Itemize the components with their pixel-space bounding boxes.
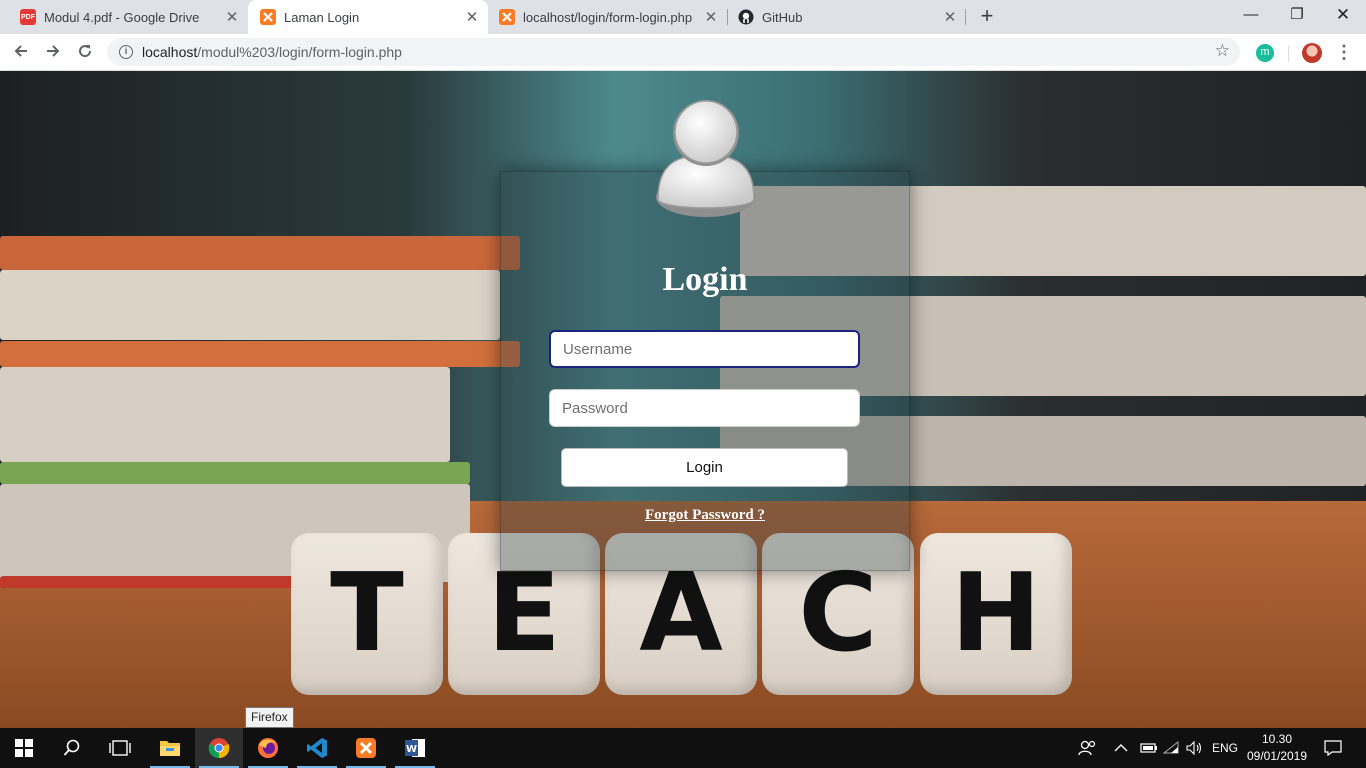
background-die: H bbox=[920, 533, 1072, 695]
clock[interactable]: 10.30 09/01/2019 bbox=[1243, 731, 1311, 765]
tab-title: Laman Login bbox=[284, 9, 360, 25]
background-book bbox=[0, 236, 520, 270]
file-explorer-icon[interactable] bbox=[146, 728, 194, 768]
address-bar[interactable]: i localhost/modul%203/login/form-login.p… bbox=[107, 38, 1240, 66]
clock-time: 10.30 bbox=[1261, 732, 1293, 746]
tab-google-drive[interactable]: PDF Modul 4.pdf - Google Drive ✕ bbox=[8, 0, 248, 34]
firefox-icon[interactable] bbox=[244, 728, 292, 768]
user-avatar-icon bbox=[656, 100, 756, 217]
tab-separator bbox=[965, 9, 966, 25]
notifications-icon[interactable] bbox=[1324, 728, 1342, 768]
login-button[interactable]: Login bbox=[561, 448, 848, 487]
svg-text:W: W bbox=[406, 744, 417, 755]
battery-icon[interactable] bbox=[1140, 728, 1158, 768]
taskbar: W ENG 10.30 09/01/2019 bbox=[0, 728, 1366, 768]
tab-github[interactable]: GitHub ✕ bbox=[726, 0, 966, 34]
start-windows-icon[interactable] bbox=[0, 728, 48, 768]
extension-icon[interactable]: m bbox=[1256, 44, 1274, 62]
close-icon[interactable]: ✕ bbox=[462, 8, 482, 26]
info-icon[interactable]: i bbox=[119, 45, 133, 59]
bookmark-star-icon[interactable]: ☆ bbox=[1215, 41, 1230, 61]
task-view-icon[interactable] bbox=[96, 728, 144, 768]
xampp-icon bbox=[260, 9, 276, 25]
profile-avatar[interactable] bbox=[1302, 43, 1322, 63]
xampp-icon[interactable] bbox=[342, 728, 390, 768]
chrome-icon[interactable] bbox=[195, 728, 243, 768]
wifi-icon[interactable] bbox=[1162, 728, 1180, 768]
forgot-password-link[interactable]: Forgot Password ? bbox=[500, 507, 910, 524]
vscode-icon[interactable] bbox=[293, 728, 341, 768]
close-window-button[interactable]: ✕ bbox=[1320, 0, 1366, 30]
close-icon[interactable]: ✕ bbox=[940, 8, 960, 26]
pdf-icon: PDF bbox=[20, 9, 36, 25]
language-indicator[interactable]: ENG bbox=[1212, 728, 1238, 768]
toolbar-separator bbox=[1288, 46, 1289, 62]
username-input[interactable] bbox=[549, 330, 860, 368]
tab-strip: PDF Modul 4.pdf - Google Drive ✕ Laman L… bbox=[0, 0, 1366, 34]
new-tab-button[interactable]: + bbox=[975, 5, 999, 29]
taskbar-tooltip: Firefox bbox=[245, 707, 294, 728]
tab-title: Modul 4.pdf - Google Drive bbox=[44, 9, 200, 25]
search-icon[interactable] bbox=[48, 728, 96, 768]
background-book bbox=[0, 341, 520, 367]
background-book bbox=[0, 462, 470, 484]
tab-title: GitHub bbox=[762, 9, 803, 25]
background-die: T bbox=[291, 533, 443, 695]
background-book bbox=[0, 270, 500, 340]
url-text: localhost/modul%203/login/form-login.php bbox=[142, 44, 402, 60]
minimize-button[interactable]: — bbox=[1228, 0, 1274, 30]
clock-date: 09/01/2019 bbox=[1246, 749, 1308, 763]
tab-title: localhost/login/form-login.php bbox=[523, 9, 693, 25]
reload-button[interactable] bbox=[72, 40, 98, 66]
close-icon[interactable]: ✕ bbox=[222, 8, 242, 26]
login-page: T E A C H Login Login Forgot Password ? bbox=[0, 71, 1366, 728]
tab-laman-login[interactable]: Laman Login ✕ bbox=[248, 0, 488, 34]
background-book bbox=[0, 367, 450, 462]
browser-toolbar: i localhost/modul%203/login/form-login.p… bbox=[0, 34, 1366, 71]
tab-form-login[interactable]: localhost/login/form-login.php ✕ bbox=[487, 0, 727, 34]
xampp-icon bbox=[499, 9, 515, 25]
close-icon[interactable]: ✕ bbox=[701, 8, 721, 26]
menu-icon[interactable]: ⋮ bbox=[1335, 41, 1353, 65]
word-icon[interactable]: W bbox=[391, 728, 439, 768]
forward-button[interactable] bbox=[40, 40, 66, 66]
login-heading: Login bbox=[662, 261, 748, 298]
back-button[interactable] bbox=[8, 40, 34, 66]
github-icon bbox=[738, 9, 754, 25]
restore-button[interactable]: ❐ bbox=[1274, 0, 1320, 30]
volume-icon[interactable] bbox=[1186, 728, 1204, 768]
password-input[interactable] bbox=[549, 389, 860, 427]
background-book bbox=[0, 576, 320, 588]
people-icon[interactable] bbox=[1078, 728, 1096, 768]
chevron-up-icon[interactable] bbox=[1114, 728, 1128, 768]
